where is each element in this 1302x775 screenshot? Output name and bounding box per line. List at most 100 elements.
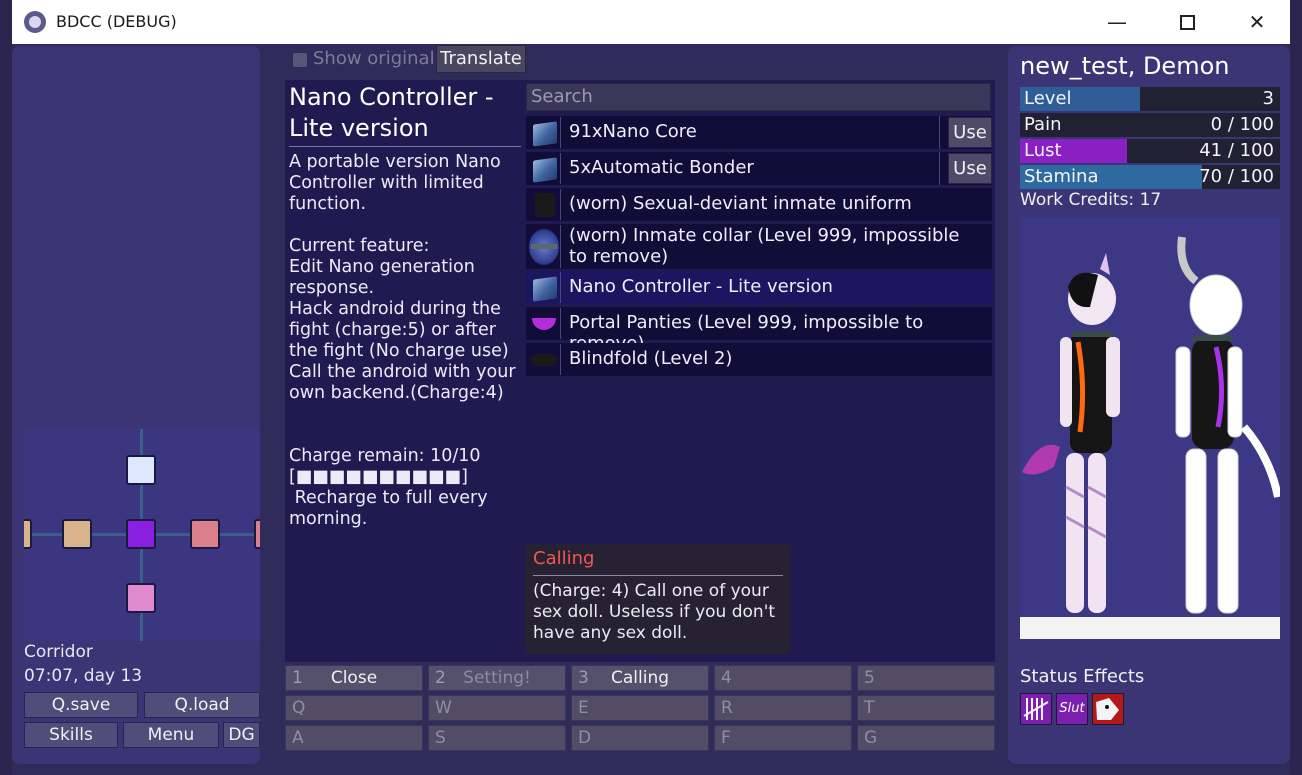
inventory-row[interactable]: 91xNano Core Use [526, 116, 992, 149]
barcode-icon[interactable] [1020, 693, 1052, 725]
hotkey-4[interactable]: 4 [714, 665, 852, 691]
minimap-room-east [190, 519, 220, 549]
hotkey-a[interactable]: A [285, 725, 423, 751]
automatic-bonder-icon [527, 153, 561, 184]
window-title: BDCC (DEBUG) [56, 12, 177, 31]
minimap-room-south [126, 583, 156, 613]
dog-mask-icon[interactable] [1092, 693, 1124, 725]
level-value: 3 [1262, 88, 1274, 109]
minimap-room-current [126, 519, 156, 549]
hotkey-key: A [292, 728, 304, 748]
hotkey-key: D [578, 728, 592, 748]
show-original-checkbox[interactable] [293, 53, 307, 67]
panties-icon [527, 308, 561, 339]
stamina-label: Stamina [1024, 166, 1099, 187]
lust-value: 41 / 100 [1199, 140, 1274, 161]
maximize-button[interactable] [1152, 0, 1222, 44]
hotkey-g[interactable]: G [857, 725, 995, 751]
item-name: 5xAutomatic Bonder [569, 157, 754, 178]
inventory-row-selected[interactable]: Nano Controller - Lite version [526, 271, 992, 304]
close-window-button[interactable]: ✕ [1222, 0, 1292, 44]
character-illustration [1020, 217, 1280, 639]
hotkey-e[interactable]: E [571, 695, 709, 721]
lust-bar: Lust 41 / 100 [1020, 139, 1280, 163]
maximize-icon [1179, 15, 1195, 30]
tooltip-body: (Charge: 4) Call one of your sex doll. U… [533, 581, 776, 643]
use-button[interactable]: Use [948, 153, 992, 184]
hotkey-key: Q [292, 698, 306, 718]
uniform-icon [527, 189, 561, 220]
nano-core-icon [527, 117, 561, 148]
character-name: new_test, Demon [1020, 52, 1230, 80]
hotkey-label: Calling [610, 668, 670, 688]
hotkey-q[interactable]: Q [285, 695, 423, 721]
stamina-bar: Stamina 70 / 100 [1020, 165, 1280, 189]
item-name: 91xNano Core [569, 121, 697, 142]
menu-button[interactable]: Menu [123, 722, 219, 748]
hotkey-key: F [721, 728, 731, 748]
hotkey-key: T [864, 698, 875, 718]
location-label: Corridor [24, 642, 93, 662]
stamina-value: 70 / 100 [1199, 166, 1274, 187]
hotkey-key: W [435, 698, 452, 718]
hotkey-key: E [578, 698, 589, 718]
use-button[interactable]: Use [948, 117, 992, 148]
inventory-row[interactable]: (worn) Sexual-deviant inmate uniform [526, 188, 992, 221]
slut-icon[interactable]: Slut [1056, 693, 1088, 725]
item-description: A portable version Nano Controller with … [289, 152, 516, 529]
inventory-row[interactable]: (worn) Inmate collar (Level 999, impossi… [526, 224, 992, 269]
minimap-room-west [62, 519, 92, 549]
item-name: (worn) Inmate collar (Level 999, impossi… [569, 225, 960, 267]
hotkey-f[interactable]: F [714, 725, 852, 751]
character-portrait [1020, 217, 1280, 639]
nano-controller-icon [527, 272, 561, 303]
hotkey-d[interactable]: D [571, 725, 709, 751]
minimap-room-far-east [254, 519, 260, 549]
level-label: Level [1024, 88, 1072, 109]
lust-label: Lust [1024, 140, 1062, 161]
dg-button[interactable]: DG [223, 722, 260, 748]
hotkey-s[interactable]: S [428, 725, 566, 751]
hotkey-key: 5 [864, 668, 875, 688]
minimap[interactable] [24, 429, 260, 641]
hotkey-key: R [721, 698, 733, 718]
hotkey-key: 4 [721, 668, 732, 688]
left-panel: Corridor 07:07, day 13 [12, 46, 260, 764]
hotkey-1[interactable]: 1 Close [285, 665, 423, 691]
hotkey-5[interactable]: 5 [857, 665, 995, 691]
title-bar: BDCC (DEBUG) — ✕ [12, 0, 1290, 44]
hotkey-label: Setting! [463, 668, 531, 688]
item-name: Nano Controller - Lite version [569, 276, 833, 297]
hotkey-w[interactable]: W [428, 695, 566, 721]
tooltip-divider [533, 575, 783, 576]
item-name: Blindfold (Level 2) [569, 348, 733, 369]
hotkey-label: Close [330, 668, 378, 688]
inventory-row[interactable]: 5xAutomatic Bonder Use [526, 152, 992, 185]
quick-load-button[interactable]: Q.load [144, 692, 260, 718]
hotkey-t[interactable]: T [857, 695, 995, 721]
hotkey-key: G [864, 728, 878, 748]
item-title: Nano Controller - Lite version [289, 82, 521, 147]
item-name: (worn) Sexual-deviant inmate uniform [569, 193, 912, 214]
minimize-button[interactable]: — [1082, 0, 1152, 44]
tooltip-title: Calling [533, 548, 595, 569]
work-credits: Work Credits: 17 [1020, 190, 1162, 210]
quick-save-button[interactable]: Q.save [24, 692, 138, 718]
skills-button[interactable]: Skills [24, 722, 118, 748]
translate-button[interactable]: Translate [436, 45, 526, 73]
time-label: 07:07, day 13 [24, 666, 143, 686]
inventory-row[interactable]: Blindfold (Level 2) [526, 343, 992, 376]
pain-value: 0 / 100 [1210, 114, 1274, 135]
minimap-room-far-west [24, 519, 32, 549]
search-input[interactable]: Search [526, 83, 991, 111]
status-effects-title: Status Effects [1020, 666, 1145, 687]
hotkey-key: S [435, 728, 446, 748]
collar-icon [527, 225, 561, 268]
inventory-row[interactable]: Portal Panties (Level 999, impossible to… [526, 307, 992, 354]
hotkey-3[interactable]: 3 Calling [571, 665, 709, 691]
hotkey-r[interactable]: R [714, 695, 852, 721]
blindfold-icon [527, 344, 561, 375]
app-logo-icon [24, 11, 46, 33]
minimap-room-north [126, 455, 156, 485]
hotkey-2[interactable]: 2 Setting! [428, 665, 566, 691]
